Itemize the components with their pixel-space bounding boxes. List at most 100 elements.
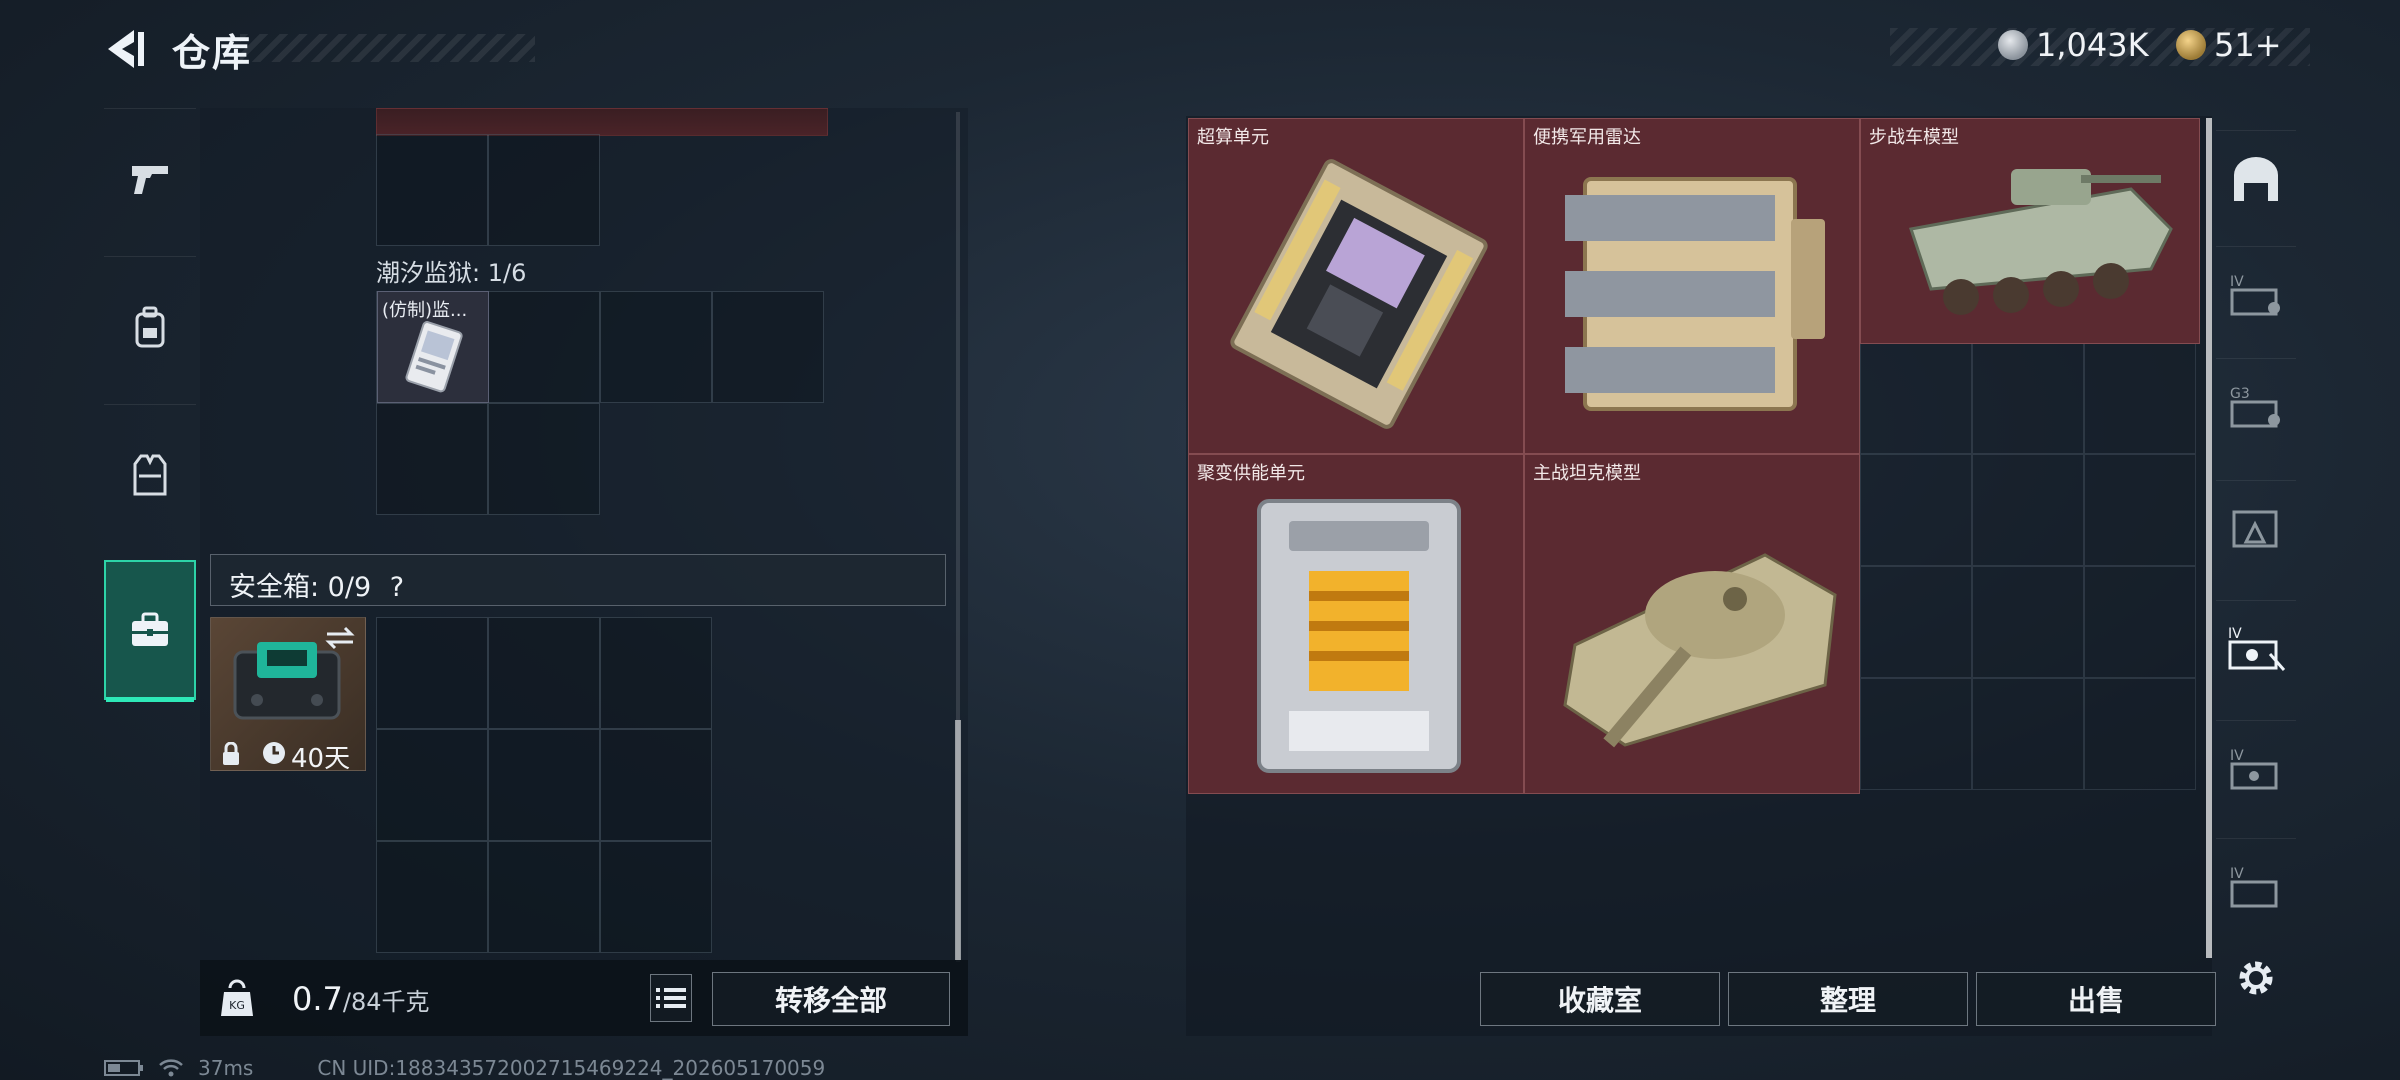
svg-text:IV: IV bbox=[2228, 626, 2242, 642]
nav-armor[interactable] bbox=[104, 404, 196, 545]
item-name: 超算单元 bbox=[1197, 127, 1269, 148]
stash-grid-cell[interactable] bbox=[1860, 342, 1972, 454]
safe-box-item[interactable]: 40天 bbox=[210, 617, 366, 774]
grid-cell[interactable] bbox=[712, 291, 824, 403]
stash-grid-cell[interactable] bbox=[1972, 566, 2084, 678]
grid-cell[interactable] bbox=[600, 841, 712, 953]
help-button[interactable]: ? bbox=[390, 572, 404, 603]
item-name: 便携军用雷达 bbox=[1533, 127, 1641, 148]
stash-grid-cell[interactable] bbox=[1972, 454, 2084, 566]
grid-cell[interactable] bbox=[488, 134, 600, 246]
currency-silver: 1,043K bbox=[1998, 26, 2149, 64]
status-bar: 37ms CN UID:18834357200271546922​4_20260… bbox=[104, 1056, 825, 1080]
stash-item-ifv-model[interactable]: 步战车模型 bbox=[1860, 118, 2200, 344]
stash-tier-icon: G3 bbox=[2230, 386, 2280, 428]
stash-scrollbar[interactable] bbox=[2206, 118, 2212, 958]
ping-readout: 37ms bbox=[198, 1056, 254, 1080]
stash-tier-icon: IV bbox=[2228, 626, 2286, 671]
weight-icon: KG bbox=[221, 979, 253, 1016]
supercomputer-icon bbox=[1230, 159, 1488, 429]
card-item-icon bbox=[405, 321, 463, 393]
svg-text:G3: G3 bbox=[2230, 386, 2250, 402]
grid-cell[interactable] bbox=[488, 617, 600, 729]
safe-box-title: 安全箱: 0/9 ? bbox=[229, 565, 404, 604]
pistol-icon bbox=[132, 166, 168, 194]
stash-grid-cell[interactable] bbox=[1860, 566, 1972, 678]
grid-cell[interactable] bbox=[376, 841, 488, 953]
grid-cell[interactable] bbox=[376, 134, 488, 246]
stash-grid-cell[interactable] bbox=[2084, 342, 2196, 454]
transfer-all-button[interactable]: 转移全部 bbox=[712, 972, 950, 1026]
stash-grid-cell[interactable] bbox=[1860, 454, 1972, 566]
stash-tab-1[interactable]: IV bbox=[2216, 246, 2296, 343]
swap-icon[interactable] bbox=[325, 626, 355, 650]
lock-icon bbox=[223, 742, 239, 765]
title-decoration bbox=[240, 34, 535, 62]
item-name: 主战坦克模型 bbox=[1533, 463, 1641, 484]
stash-grid-cell[interactable] bbox=[2084, 454, 2196, 566]
stash-tab-2[interactable]: G3 bbox=[2216, 358, 2296, 455]
nav-backpack[interactable] bbox=[104, 256, 196, 397]
stash-tab-5[interactable]: IV bbox=[2216, 720, 2296, 817]
stash-item-portable-radar[interactable]: 便携军用雷达 bbox=[1524, 118, 1860, 454]
weight-current: 0.7 bbox=[292, 980, 343, 1018]
left-category-nav bbox=[104, 108, 196, 708]
grid-cell[interactable] bbox=[600, 617, 712, 729]
inventory-scroll-thumb[interactable] bbox=[955, 720, 961, 960]
safe-box-capacity: 安全箱: 0/9 bbox=[229, 572, 372, 603]
ifv-icon bbox=[1909, 169, 2173, 315]
briefcase-icon bbox=[132, 612, 168, 646]
stash-item-fusion-power-unit[interactable]: 聚变供能单元 bbox=[1188, 454, 1524, 794]
gold-coin-icon bbox=[2176, 30, 2206, 60]
nav-weapons[interactable] bbox=[104, 108, 196, 249]
svg-text:IV: IV bbox=[2230, 748, 2244, 764]
grid-cell[interactable] bbox=[376, 729, 488, 841]
back-button[interactable] bbox=[100, 26, 150, 72]
grid-cell[interactable] bbox=[488, 291, 600, 403]
battery-icon bbox=[104, 1060, 143, 1076]
grid-cell[interactable] bbox=[488, 403, 600, 515]
grid-cell[interactable] bbox=[376, 617, 488, 729]
collection-room-button[interactable]: 收藏室 bbox=[1480, 972, 1720, 1026]
silver-amount: 1,043K bbox=[2036, 26, 2149, 64]
nav-safebox[interactable] bbox=[104, 560, 196, 702]
currency-gold[interactable]: 51+ bbox=[2176, 26, 2282, 64]
wifi-icon bbox=[159, 1059, 183, 1077]
stash-tier-icon: IV bbox=[2230, 748, 2278, 790]
stash-tier-icon bbox=[2232, 510, 2278, 548]
stash-tab-3[interactable] bbox=[2216, 480, 2296, 577]
grid-cell[interactable] bbox=[488, 841, 600, 953]
grid-cell[interactable] bbox=[600, 291, 712, 403]
warehouse-icon bbox=[2234, 157, 2278, 201]
back-arrow-icon bbox=[108, 30, 144, 68]
stash-grid-cell[interactable] bbox=[1860, 678, 1972, 790]
stash-item-mbt-model[interactable]: 主战坦克模型 bbox=[1524, 454, 1860, 794]
stash-item-supercomputer[interactable]: 超算单元 bbox=[1188, 118, 1524, 454]
stash-tier-icon: IV bbox=[2230, 866, 2278, 908]
stash-grid-cell[interactable] bbox=[1972, 678, 2084, 790]
svg-text:KG: KG bbox=[229, 999, 245, 1012]
grid-cell[interactable] bbox=[376, 403, 488, 515]
stash-grid-cell[interactable] bbox=[2084, 678, 2196, 790]
grid-cell[interactable] bbox=[600, 729, 712, 841]
stash-tab-main[interactable] bbox=[2216, 130, 2296, 227]
container-slot-strip bbox=[376, 108, 828, 136]
stash-tab-6[interactable]: IV bbox=[2216, 838, 2296, 935]
organize-button[interactable]: 整理 bbox=[1728, 972, 1968, 1026]
safe-box-header: 安全箱: 0/9 ? bbox=[210, 554, 946, 606]
stash-grid-cell[interactable] bbox=[1972, 342, 2084, 454]
stash-tab-4-active[interactable]: IV bbox=[2216, 600, 2296, 697]
grid-cell[interactable] bbox=[488, 729, 600, 841]
stash-grid-cell[interactable] bbox=[2084, 566, 2196, 678]
list-view-button[interactable] bbox=[650, 974, 692, 1022]
svg-text:IV: IV bbox=[2230, 274, 2244, 290]
svg-text:IV: IV bbox=[2230, 866, 2244, 882]
weight-max: /84千克 bbox=[342, 988, 430, 1016]
uid-readout: CN UID:18834357200271546922​4_2026051700… bbox=[317, 1056, 826, 1080]
item-name: 步战车模型 bbox=[1869, 127, 1959, 148]
sell-button[interactable]: 出售 bbox=[1976, 972, 2216, 1026]
backpack-icon bbox=[135, 306, 165, 348]
settings-button[interactable] bbox=[2216, 930, 2296, 1026]
stash-tier-icon: IV bbox=[2230, 274, 2280, 316]
item-replica-card[interactable]: (仿制)监... bbox=[377, 291, 489, 403]
